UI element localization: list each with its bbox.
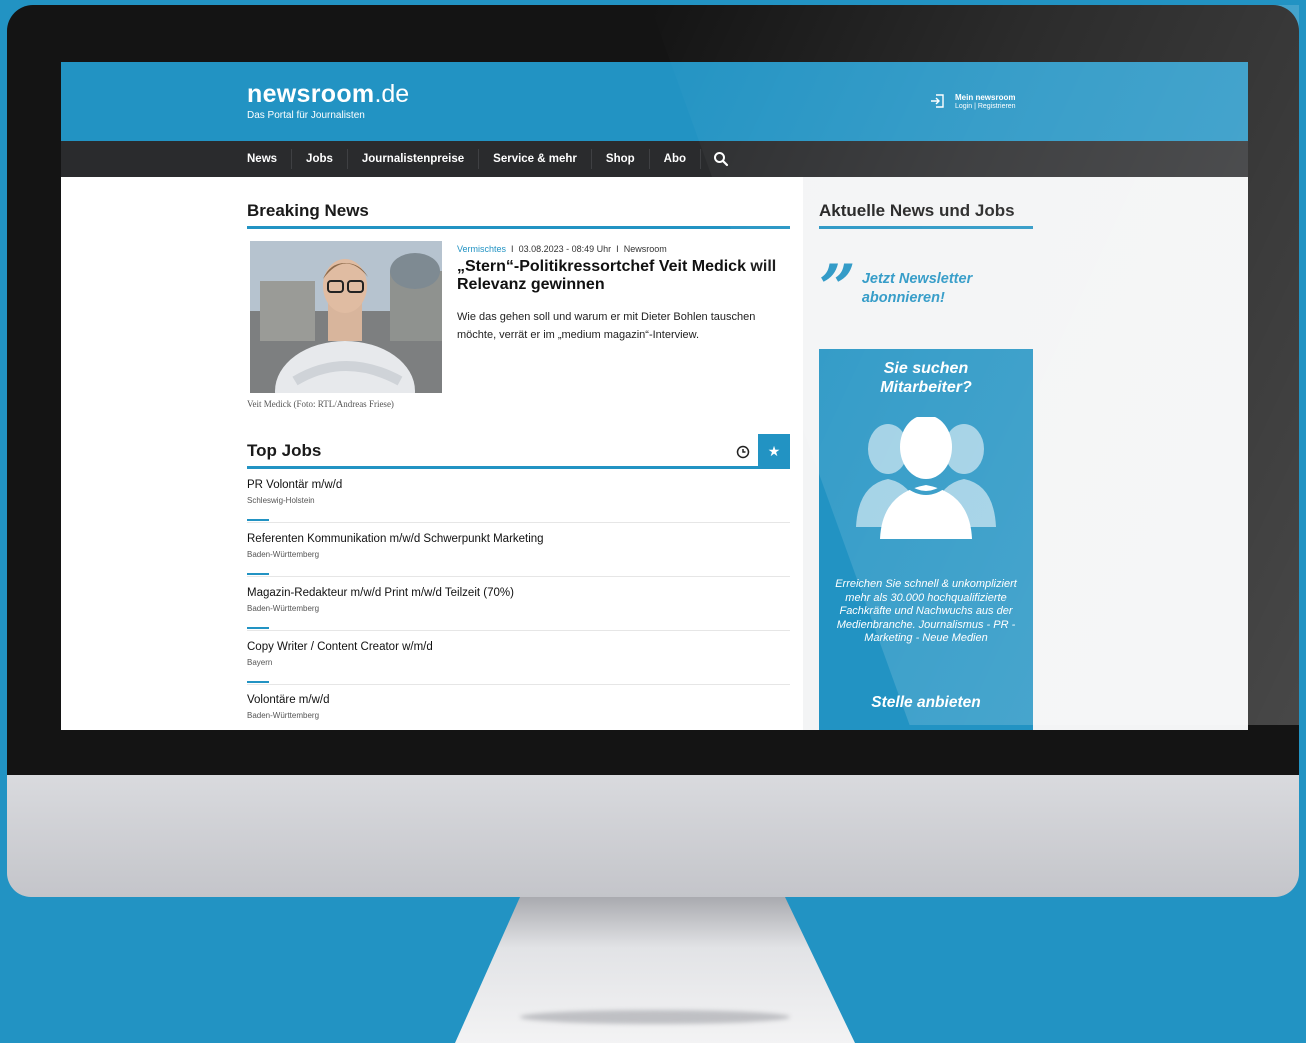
job-item[interactable]: Referenten Kommunikation m/w/d Schwerpun… bbox=[247, 533, 790, 559]
job-accent bbox=[247, 573, 269, 575]
ad-title: Sie suchen Mitarbeiter? bbox=[819, 359, 1033, 397]
sidebar-title: Aktuelle News und Jobs bbox=[819, 201, 1015, 220]
ad-text: Erreichen Sie schnell & unkompliziert me… bbox=[835, 578, 1017, 644]
job-region: Schleswig-Holstein bbox=[247, 496, 315, 505]
news-headline[interactable]: „Stern“-Politikressortchef Veit Medick w… bbox=[457, 258, 777, 294]
job-accent bbox=[247, 627, 269, 629]
people-icon bbox=[856, 417, 996, 539]
meta-separator: I bbox=[511, 244, 514, 254]
breaking-news-title: Breaking News bbox=[247, 201, 369, 220]
nav-item-jobs[interactable]: Jobs bbox=[292, 149, 348, 169]
nav-item-service[interactable]: Service & mehr bbox=[479, 149, 592, 169]
news-category[interactable]: Vermischtes bbox=[457, 244, 506, 254]
job-item[interactable]: Volontäre m/w/d Baden-Württemberg bbox=[247, 694, 790, 720]
nav-item-shop[interactable]: Shop bbox=[592, 149, 650, 169]
news-meta: Vermischtes I 03.08.2023 - 08:49 Uhr I N… bbox=[457, 244, 667, 254]
site-tagline: Das Portal für Journalisten bbox=[247, 110, 365, 121]
job-item[interactable]: Magazin-Redakteur m/w/d Print m/w/d Teil… bbox=[247, 587, 790, 613]
offer-job-button[interactable]: Stelle anbieten bbox=[819, 694, 1033, 712]
job-divider bbox=[247, 684, 790, 685]
job-title[interactable]: Volontäre m/w/d bbox=[247, 694, 790, 706]
nav-item-abo[interactable]: Abo bbox=[650, 149, 702, 169]
screen: newsroom.de Das Portal für Journalisten … bbox=[61, 62, 1248, 730]
job-title[interactable]: PR Volontär m/w/d bbox=[247, 479, 790, 491]
nav-item-news[interactable]: News bbox=[233, 149, 293, 169]
quote-icon: ” bbox=[819, 251, 856, 326]
site-logo[interactable]: newsroom.de Das Portal für Journalisten bbox=[247, 80, 409, 121]
news-photo[interactable] bbox=[250, 241, 442, 393]
job-item[interactable]: PR Volontär m/w/d Schleswig-Holstein bbox=[247, 479, 790, 505]
photo-caption: Veit Medick (Foto: RTL/Andreas Friese) bbox=[247, 399, 394, 409]
news-source: Newsroom bbox=[623, 244, 667, 254]
job-divider bbox=[247, 630, 790, 631]
account-title: Mein newsroom bbox=[955, 92, 1016, 102]
account-link[interactable]: Mein newsroom Login | Registrieren bbox=[929, 92, 1016, 110]
job-divider bbox=[247, 522, 790, 523]
login-icon bbox=[931, 94, 944, 108]
site-header: newsroom.de Das Portal für Journalisten … bbox=[61, 62, 1248, 141]
logo-tld: .de bbox=[374, 80, 410, 108]
job-accent bbox=[247, 519, 269, 521]
monitor-chin bbox=[7, 775, 1299, 897]
job-region: Baden-Württemberg bbox=[247, 550, 320, 559]
job-item[interactable]: Copy Writer / Content Creator w/m/d Baye… bbox=[247, 641, 790, 667]
ad-title-line-1: Sie suchen bbox=[883, 360, 969, 377]
news-teaser: Wie das gehen soll und warum er mit Diet… bbox=[457, 311, 756, 341]
top-jobs-title: Top Jobs bbox=[247, 441, 322, 460]
job-region: Baden-Württemberg bbox=[247, 604, 320, 613]
portrait-image bbox=[250, 241, 442, 393]
stand-base bbox=[520, 1010, 790, 1024]
job-title[interactable]: Referenten Kommunikation m/w/d Schwerpun… bbox=[247, 533, 790, 545]
clock-icon[interactable] bbox=[736, 445, 750, 459]
job-region: Baden-Württemberg bbox=[247, 711, 320, 720]
breaking-news-rule bbox=[247, 226, 790, 229]
star-icon[interactable]: ★ bbox=[758, 434, 790, 468]
job-region: Bayern bbox=[247, 658, 273, 667]
top-jobs-rule bbox=[247, 466, 790, 469]
job-title[interactable]: Copy Writer / Content Creator w/m/d bbox=[247, 641, 790, 653]
news-date: 03.08.2023 - 08:49 Uhr bbox=[518, 244, 612, 254]
newsletter-signup-link[interactable]: ” Jetzt Newsletter abonnieren! bbox=[819, 251, 973, 326]
job-accent bbox=[247, 681, 269, 683]
nav-item-journalistenpreise[interactable]: Journalistenpreise bbox=[348, 149, 480, 169]
newsletter-line-2: abonnieren! bbox=[861, 290, 945, 306]
main-column: Breaking News Veit Medick (Foto: RTL/And… bbox=[61, 177, 803, 730]
search-icon[interactable] bbox=[713, 151, 729, 167]
job-title[interactable]: Magazin-Redakteur m/w/d Print m/w/d Teil… bbox=[247, 587, 790, 599]
newsletter-line-1: Jetzt Newsletter bbox=[861, 271, 973, 287]
main-nav: News Jobs Journalistenpreise Service & m… bbox=[61, 141, 1248, 177]
job-divider bbox=[247, 576, 790, 577]
login-register-link[interactable]: Login | Registrieren bbox=[955, 103, 1016, 110]
job-ad-banner[interactable]: Sie suchen Mitarbeiter? Erreichen Sie sc… bbox=[819, 349, 1033, 730]
sidebar-rule bbox=[819, 226, 1033, 229]
meta-separator: I bbox=[616, 244, 619, 254]
logo-wordmark: newsroom bbox=[247, 80, 375, 108]
ad-title-line-2: Mitarbeiter? bbox=[880, 379, 972, 396]
